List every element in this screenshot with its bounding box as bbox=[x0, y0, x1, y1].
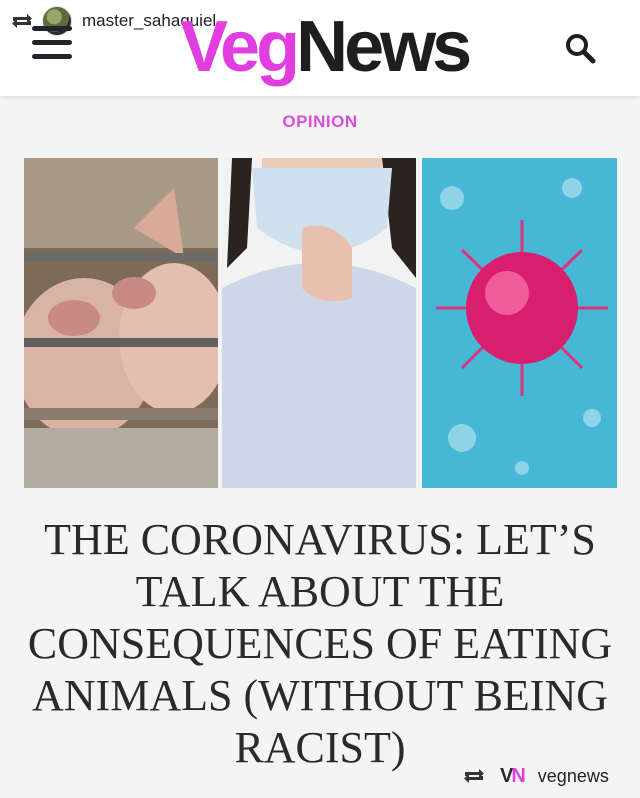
search-icon[interactable] bbox=[562, 30, 598, 66]
pigs-image bbox=[24, 158, 218, 488]
article-headline[interactable]: THE CORONAVIRUS: LET’S TALK ABOUT THE CO… bbox=[20, 514, 620, 774]
hamburger-menu-icon[interactable] bbox=[32, 26, 72, 64]
repost-source: VN vegnews bbox=[462, 762, 609, 790]
article-hero-image[interactable] bbox=[24, 158, 617, 488]
masked-person-image bbox=[222, 158, 416, 488]
vegnews-mark: VN bbox=[500, 764, 526, 788]
logo-news-text: News bbox=[296, 7, 472, 87]
repost-icon bbox=[464, 769, 484, 783]
vn-mark-v: V bbox=[500, 764, 513, 787]
vn-mark-n: N bbox=[511, 764, 526, 787]
virus-image bbox=[422, 158, 617, 488]
source-username[interactable]: vegnews bbox=[538, 766, 609, 787]
vegnews-logo[interactable]: VegNews bbox=[180, 2, 480, 92]
repost-icon bbox=[12, 14, 32, 28]
logo-veg-text: Veg bbox=[180, 7, 300, 87]
site-header: master_sahaquiel VegNews bbox=[0, 0, 640, 96]
article-category[interactable]: OPINION bbox=[0, 112, 640, 132]
